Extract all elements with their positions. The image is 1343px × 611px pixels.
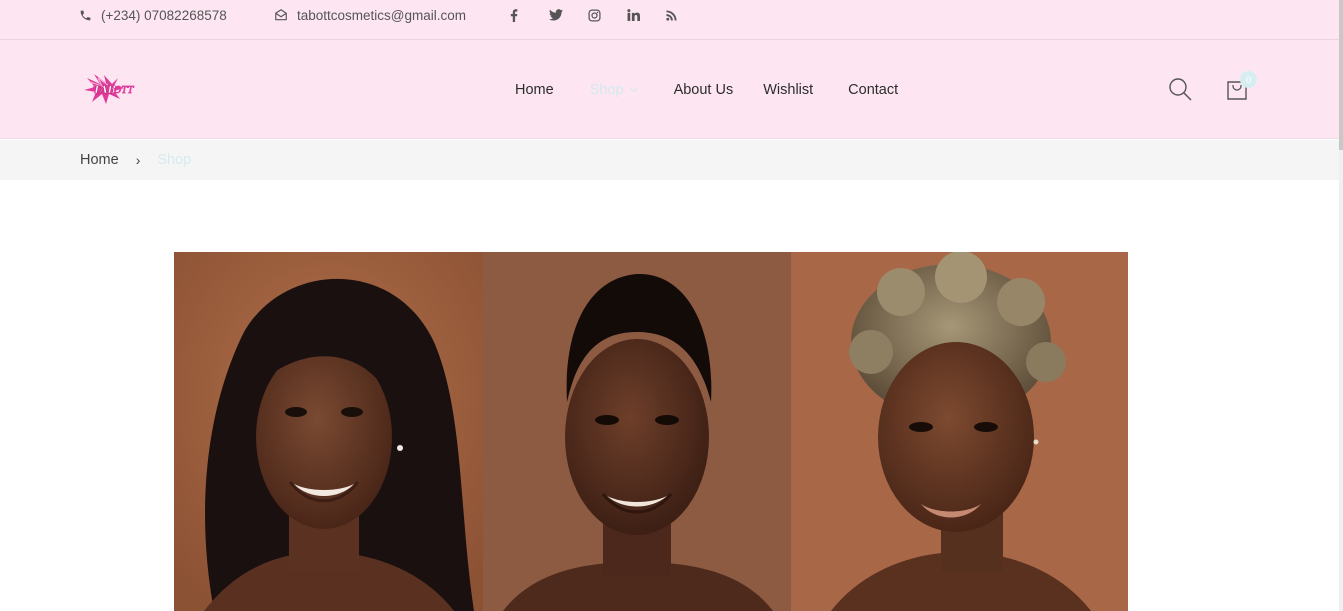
linkedin-icon (627, 9, 640, 21)
instagram-icon (588, 8, 601, 22)
logo-text: TAB (93, 85, 116, 96)
nav-about[interactable]: About Us (674, 82, 734, 98)
email-address: tabottcosmetics@gmail.com (297, 7, 467, 23)
nav-contact[interactable]: Contact (848, 82, 898, 98)
linkedin-link[interactable] (625, 0, 664, 30)
cart-count-badge: 0 (1240, 71, 1257, 88)
page-scrollbar[interactable] (1339, 0, 1343, 611)
breadcrumb-separator-icon: › (135, 152, 141, 168)
phone-number: (+234) 07082268578 (101, 7, 227, 23)
phone-icon (80, 10, 91, 20)
twitter-link[interactable] (547, 0, 586, 30)
brand-logo[interactable]: TAB OTT (84, 72, 146, 108)
nav-about-label: About Us (673, 81, 734, 98)
portrait-short-hair (483, 252, 791, 611)
rss-icon (666, 9, 677, 21)
chevron-down-icon (629, 87, 638, 92)
phone-contact[interactable]: (+234) 07082268578 (79, 0, 227, 30)
instagram-link[interactable] (586, 0, 625, 30)
portrait-curly-hair (791, 252, 1128, 611)
twitter-icon (549, 9, 563, 21)
social-links (508, 0, 703, 30)
nav-home[interactable]: Home (515, 82, 554, 98)
shop-banner-image (174, 252, 1128, 611)
facebook-icon (510, 8, 518, 22)
facebook-link[interactable] (508, 0, 547, 30)
nav-wishlist[interactable]: Wishlist (763, 82, 813, 98)
portrait-long-hair (174, 252, 483, 611)
logo-text-outline: OTT (114, 86, 135, 96)
breadcrumb-current: Shop (157, 152, 192, 168)
email-contact[interactable]: tabottcosmetics@gmail.com (274, 0, 466, 30)
main-nav: Home Shop About Us Wishlist Contact (515, 40, 898, 139)
envelope-icon (275, 9, 287, 21)
search-button[interactable] (1168, 77, 1192, 101)
top-bar: (+234) 07082268578 tabottcosmetics@gmail… (0, 0, 1343, 40)
nav-home-label: Home (515, 81, 554, 98)
breadcrumb-home[interactable]: Home (80, 152, 119, 168)
main-header: TAB OTT Home Shop About Us Wishlist Cont… (0, 40, 1343, 139)
nav-wishlist-label: Wishlist (763, 81, 814, 98)
search-icon (1169, 78, 1192, 101)
nav-shop-label: Shop (589, 81, 624, 98)
rss-link[interactable] (664, 0, 703, 30)
scrollbar-thumb[interactable] (1339, 0, 1343, 150)
breadcrumb: Home › Shop (0, 140, 1343, 180)
brand-logo-graphic: TAB OTT (84, 74, 135, 104)
nav-shop[interactable]: Shop (590, 82, 638, 98)
nav-contact-label: Contact (848, 81, 899, 98)
